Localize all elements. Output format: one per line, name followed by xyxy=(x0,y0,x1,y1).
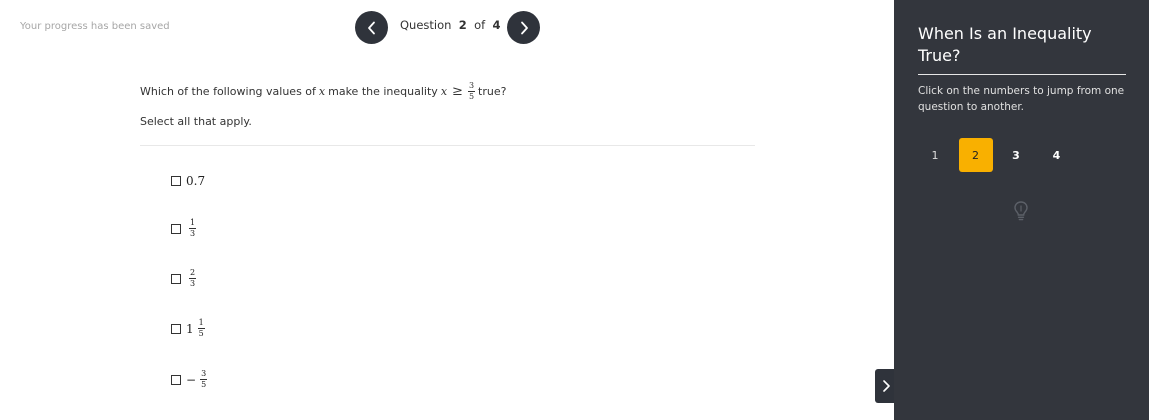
prompt-after: true? xyxy=(478,85,507,98)
threshold-denominator: 5 xyxy=(468,92,475,101)
next-question-button[interactable] xyxy=(507,11,540,44)
select-all-instruction: Select all that apply. xyxy=(140,115,252,128)
option-checkbox[interactable] xyxy=(171,273,181,284)
current-question-number: 2 xyxy=(458,18,467,32)
question-number-4[interactable]: 4 xyxy=(1040,138,1074,172)
option-numerator: 1 xyxy=(197,318,205,329)
option-checkbox[interactable] xyxy=(171,176,181,186)
option-denominator: 3 xyxy=(190,279,196,288)
question-word: Question xyxy=(400,18,452,32)
option-denominator: 5 xyxy=(198,329,204,338)
sidebar: When Is an Inequality True? Click on the… xyxy=(894,0,1149,420)
threshold-numerator: 3 xyxy=(467,81,476,92)
option-checkbox[interactable] xyxy=(171,223,181,234)
option-denominator: 3 xyxy=(190,229,196,238)
option-label: 0.7 xyxy=(186,174,206,188)
option-0-7[interactable]: 0.7 xyxy=(171,174,205,188)
option-negative-three-fifths[interactable]: − 3 5 xyxy=(171,370,210,389)
option-numerator: 1 xyxy=(189,218,197,229)
progress-saved-status: Your progress has been saved xyxy=(20,21,170,32)
main-panel: Your progress has been saved Question 2 … xyxy=(0,0,894,420)
sidebar-divider xyxy=(918,74,1126,75)
option-one-and-one-fifth[interactable]: 1 1 5 xyxy=(171,319,208,338)
of-word: of xyxy=(474,18,486,32)
option-fraction: 2 3 xyxy=(189,268,197,288)
threshold-fraction: 3 5 xyxy=(467,81,476,101)
question-number-list: 1 2 3 4 xyxy=(918,138,1080,172)
option-fraction: 1 3 xyxy=(189,218,197,238)
question-number-1[interactable]: 1 xyxy=(918,138,952,172)
question-counter: Question 2 of 4 xyxy=(400,18,501,32)
option-whole-number: 1 xyxy=(186,321,194,336)
question-number-2[interactable]: 2 xyxy=(958,138,993,172)
option-checkbox[interactable] xyxy=(171,374,181,385)
option-denominator: 5 xyxy=(201,380,207,389)
chevron-right-icon xyxy=(883,380,890,392)
chevron-left-icon xyxy=(367,21,375,34)
option-fraction: 3 5 xyxy=(200,369,208,389)
hint-button[interactable] xyxy=(1013,200,1029,222)
chevron-right-icon xyxy=(520,21,528,34)
prompt-before: Which of the following values of xyxy=(140,85,316,98)
prompt-variable: x xyxy=(318,85,326,98)
option-checkbox[interactable] xyxy=(171,323,181,334)
option-one-third[interactable]: 1 3 xyxy=(171,219,199,238)
total-questions-number: 4 xyxy=(492,18,501,32)
inequality-operator: ≥ xyxy=(452,84,463,99)
inequality-variable: x xyxy=(440,85,448,98)
sidebar-title: When Is an Inequality True? xyxy=(918,24,1092,65)
sidebar-help-text: Click on the numbers to jump from one qu… xyxy=(918,85,1125,113)
option-sign: − xyxy=(186,372,197,387)
question-number-3[interactable]: 3 xyxy=(999,138,1033,172)
option-numerator: 3 xyxy=(200,369,208,380)
lightbulb-icon xyxy=(1014,201,1028,221)
option-fraction: 1 5 xyxy=(197,318,205,338)
divider xyxy=(140,145,755,146)
question-prompt: Which of the following values of x make … xyxy=(140,82,506,101)
previous-question-button[interactable] xyxy=(355,11,388,44)
prompt-middle: make the inequality xyxy=(328,85,438,98)
option-two-thirds[interactable]: 2 3 xyxy=(171,269,199,288)
option-numerator: 2 xyxy=(189,268,197,279)
